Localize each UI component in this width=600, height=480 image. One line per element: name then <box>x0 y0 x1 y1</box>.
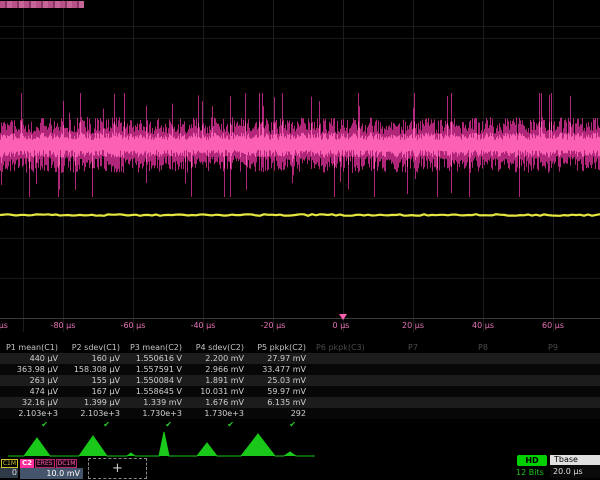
channel-descriptor-c1[interactable]: C1M 0 mV <box>0 458 18 479</box>
waveform-area <box>0 0 600 332</box>
measure-value-cell: 10.031 mV <box>186 386 248 397</box>
time-axis-label: -60 µs <box>121 321 146 330</box>
measure-value-cell: 1.558645 V <box>124 386 186 397</box>
measure-value-cell: 1.339 mV <box>124 397 186 408</box>
measure-value-cell: 2.103e+3 <box>62 408 124 419</box>
time-axis-label: -100 µs <box>0 321 8 330</box>
plus-icon: + <box>112 461 123 476</box>
measure-value-cell: 155 µV <box>62 375 124 386</box>
measure-value-cell: 1.550616 V <box>124 353 186 364</box>
measure-value-cell: 160 µV <box>62 353 124 364</box>
measure-value-cell: 2.200 mV <box>186 353 248 364</box>
time-axis-label: 0 µs <box>333 321 350 330</box>
measure-param-header-unused[interactable]: P6 pkpk(C3) <box>310 342 402 353</box>
measure-value-cell: 1.891 mV <box>186 375 248 386</box>
time-axis-label: 60 µs <box>542 321 564 330</box>
hd-bits-label: 12 Bits <box>516 468 544 477</box>
measure-param-header[interactable]: P5 pkpk(C2) <box>248 342 310 353</box>
measure-value-cell: 263 µV <box>0 375 62 386</box>
measure-value-cell: 474 µV <box>0 386 62 397</box>
measure-value-cell: 1.550084 V <box>124 375 186 386</box>
measure-value-cell: 167 µV <box>62 386 124 397</box>
time-axis-label: -80 µs <box>51 321 76 330</box>
system-message-label <box>0 1 84 8</box>
time-axis-label: 40 µs <box>472 321 494 330</box>
measure-param-header-unused[interactable]: P9 <box>542 342 600 353</box>
measure-value-cell: 25.03 mV <box>248 375 310 386</box>
add-trace-button[interactable]: + <box>88 458 147 479</box>
timebase-title: Tbase <box>550 455 600 465</box>
channel-descriptor-c2[interactable]: C2 ERES DC1M 10.0 mV <box>20 458 83 479</box>
measure-value-cell: 6.135 mV <box>248 397 310 408</box>
c1-vdiv-value: 0 mV <box>0 467 18 478</box>
measure-param-header[interactable]: P3 mean(C2) <box>124 342 186 353</box>
measure-value-cell: 2.103e+3 <box>0 408 62 419</box>
measure-value-cell: 32.16 µV <box>0 397 62 408</box>
measurement-histicon-area <box>0 426 600 458</box>
timebase-descriptor[interactable]: Tbase 20.0 µs <box>550 455 600 479</box>
time-axis-label: -20 µs <box>261 321 286 330</box>
measure-value-cell: 59.97 mV <box>248 386 310 397</box>
time-axis-label: 20 µs <box>402 321 424 330</box>
c2-coupling-badge: DC1M <box>56 459 78 468</box>
measure-value-cell: 1.730e+3 <box>186 408 248 419</box>
measure-value-cell: 2.966 mV <box>186 364 248 375</box>
measure-value-cell: 1.730e+3 <box>124 408 186 419</box>
measure-param-header[interactable]: P2 sdev(C1) <box>62 342 124 353</box>
c1-trace <box>0 214 600 216</box>
measure-value-cell: 292 <box>248 408 310 419</box>
c2-eres-badge: ERES <box>35 459 55 468</box>
trigger-position-marker[interactable] <box>339 314 347 320</box>
measure-value-cell: 1.399 µV <box>62 397 124 408</box>
measure-param-header[interactable]: P4 sdev(C2) <box>186 342 248 353</box>
time-axis-labels: -100 µs -80 µs -60 µs -40 µs -20 µs 0 µs 20 µs… <box>0 321 600 331</box>
oscilloscope-screen: -100 µs -80 µs -60 µs -40 µs -20 µs 0 µs 20 µs… <box>0 0 600 480</box>
histicon-trace <box>8 432 315 456</box>
measure-value-cell: 27.97 mV <box>248 353 310 364</box>
measure-value-cell: 440 µV <box>0 353 62 364</box>
hd-mode-badge[interactable]: HD <box>517 455 547 466</box>
measure-value-cell: 33.477 mV <box>248 364 310 375</box>
time-axis-label: -40 µs <box>191 321 216 330</box>
measure-param-header-unused[interactable]: P8 <box>472 342 542 353</box>
c2-label-chip: C2 <box>20 459 34 468</box>
measure-value-cell: 158.308 µV <box>62 364 124 375</box>
measure-value-cell: 1.676 mV <box>186 397 248 408</box>
timebase-value: 20.0 µs <box>550 465 600 478</box>
measure-value-cell: 1.557591 V <box>124 364 186 375</box>
measure-param-header-unused[interactable]: P7 <box>402 342 472 353</box>
measure-param-header[interactable]: P1 mean(C1) <box>0 342 62 353</box>
measure-value-cell: 363.98 µV <box>0 364 62 375</box>
c2-vdiv-value: 10.0 mV <box>20 468 83 479</box>
measurement-table: P1 mean(C1)P2 sdev(C1)P3 mean(C2)P4 sdev… <box>0 342 600 430</box>
